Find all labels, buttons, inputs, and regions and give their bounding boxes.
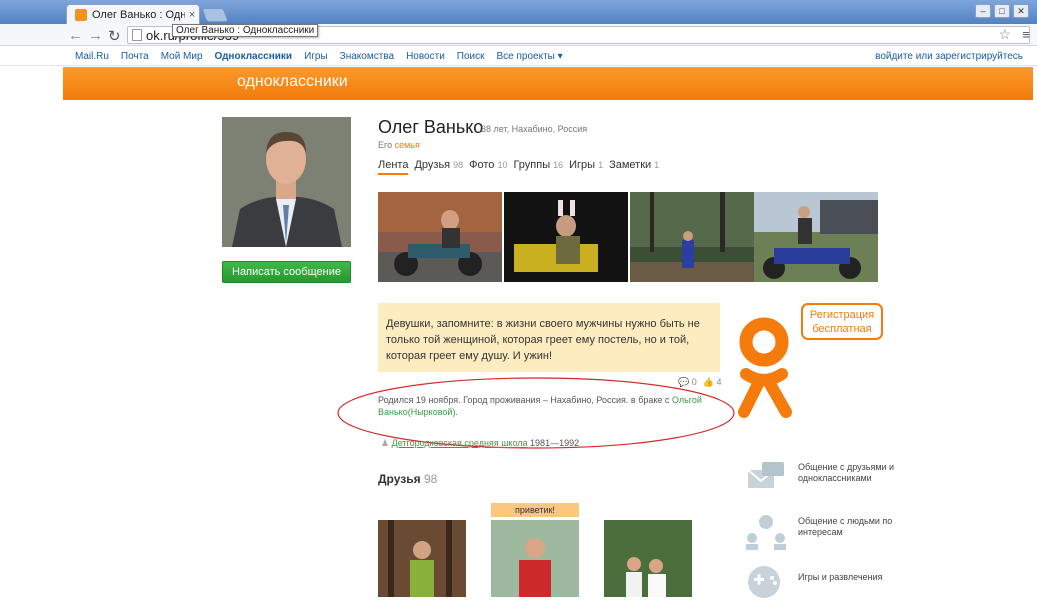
forward-arrow-icon[interactable]: →: [88, 27, 103, 44]
feature-games: Игры и развлечения: [744, 562, 1034, 602]
tab-games[interactable]: Игры 1: [569, 159, 603, 175]
wrench-menu-icon[interactable]: ≡: [1022, 27, 1030, 42]
feature-friends-label: Общение с друзьями и одноклассниками: [798, 462, 895, 483]
window-controls: – □ ✕: [975, 4, 1029, 18]
portal-link-ok[interactable]: Одноклассники: [215, 51, 293, 62]
new-tab-button[interactable]: [201, 8, 229, 22]
bookmark-star-icon[interactable]: ☆: [998, 26, 1011, 43]
family-prefix: Его: [378, 140, 393, 150]
portal-bar: Mail.Ru Почта Мой Мир Одноклассники Игры…: [0, 47, 1037, 66]
ok-logo-icon[interactable]: [738, 316, 804, 426]
family-link[interactable]: семья: [395, 140, 420, 150]
portal-link-all-projects[interactable]: Все проекты ▾: [497, 51, 563, 62]
portal-link-news[interactable]: Новости: [406, 51, 445, 62]
login-link[interactable]: войдите или зарегистрируйтесь: [875, 51, 1023, 62]
feature-friends: Общение с друзьями и одноклассниками: [744, 458, 1034, 498]
friend-status-badge: приветик!: [491, 503, 579, 517]
tab-groups[interactable]: Группы 16: [513, 159, 563, 175]
school-years: 1981—1992: [530, 438, 580, 448]
portal-link-games[interactable]: Игры: [304, 51, 328, 62]
browser-title-bar: Олег Ванько : Одноклассники × – □ ✕: [0, 0, 1037, 24]
back-arrow-icon[interactable]: ←: [68, 27, 83, 44]
photo-quad[interactable]: [754, 192, 878, 282]
minimize-icon[interactable]: –: [975, 4, 991, 18]
feature-interests-label: Общение с людьми по интересам: [798, 516, 893, 537]
tab-feed[interactable]: Лента: [378, 159, 409, 175]
browser-tab[interactable]: Олег Ванько : Одноклассники ×: [66, 4, 200, 24]
portal-link-mail[interactable]: Почта: [121, 51, 149, 62]
school-icon: ♟: [381, 438, 390, 448]
tab-friends[interactable]: Друзья 98: [414, 159, 463, 175]
portal-link-search[interactable]: Поиск: [457, 51, 485, 62]
people-icon: [746, 515, 786, 550]
browser-toolbar: ← → ↻ ok.ru/profile/539 ☆ ≡: [0, 24, 1037, 46]
tab-title: Олег Ванько : Одноклассники: [92, 8, 185, 21]
photo-forest[interactable]: [630, 192, 754, 282]
site-header: одноклассники: [63, 67, 1033, 100]
profile-name: Олег Ванько: [378, 117, 484, 137]
friend-thumbnail-3[interactable]: [604, 520, 692, 597]
status-quote: Девушки, запомните: в жизни своего мужчи…: [378, 303, 720, 372]
ok-favicon-icon: [75, 8, 87, 21]
gamepad-icon: [748, 566, 780, 598]
tab-close-icon[interactable]: ×: [185, 9, 199, 21]
register-bubble[interactable]: Регистрация бесплатная: [801, 303, 883, 340]
portal-link-mailru[interactable]: Mail.Ru: [75, 51, 109, 62]
photo-motorcycle[interactable]: [378, 192, 502, 282]
friend-thumbnail-1[interactable]: [378, 520, 466, 597]
school-line: ♟ Детгородковская средняя школа 1981—199…: [381, 438, 579, 449]
send-message-button[interactable]: Написать сообщение: [222, 261, 351, 283]
page-icon: [132, 29, 142, 41]
family-line: Его семья: [378, 140, 420, 150]
photo-costume[interactable]: [504, 192, 628, 282]
portal-link-mymir[interactable]: Мой Мир: [161, 51, 203, 62]
envelope-icon: [747, 462, 784, 488]
feature-interests: Общение с людьми по интересам: [744, 512, 1034, 552]
close-window-icon[interactable]: ✕: [1013, 4, 1029, 18]
portal-link-dating[interactable]: Знакомства: [340, 51, 394, 62]
portal-links: Mail.Ru Почта Мой Мир Одноклассники Игры…: [75, 51, 575, 62]
tab-notes[interactable]: Заметки 1: [609, 159, 659, 175]
avatar[interactable]: [222, 117, 351, 247]
reload-icon[interactable]: ↻: [108, 27, 121, 45]
profile-meta: 38 лет, Нахабино, Россия: [481, 124, 588, 134]
tab-photos[interactable]: Фото 10: [469, 159, 507, 175]
tab-tooltip: Олег Ванько : Одноклассники: [172, 24, 319, 37]
friends-heading[interactable]: Друзья 98: [378, 472, 437, 486]
profile-tabs: Лента Друзья 98 Фото 10 Группы 16 Игры 1 Зам…: [378, 159, 665, 175]
feature-games-label: Игры и развлечения: [798, 572, 883, 582]
school-link[interactable]: Детгородковская средняя школа: [392, 438, 528, 448]
friend-thumbnail-2[interactable]: [491, 520, 579, 597]
site-logo[interactable]: одноклассники: [237, 73, 348, 91]
maximize-icon[interactable]: □: [994, 4, 1010, 18]
